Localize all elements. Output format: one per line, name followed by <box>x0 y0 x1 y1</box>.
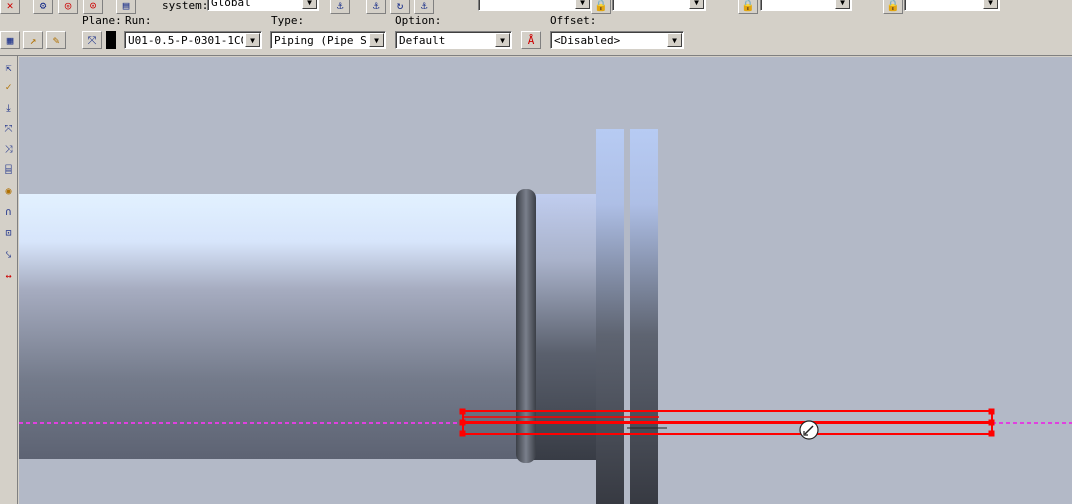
target-icon[interactable]: ⊙ <box>83 0 103 14</box>
option-value: Default <box>399 34 446 47</box>
pipe-body[interactable] <box>19 194 518 459</box>
graphic-view[interactable] <box>19 57 1072 504</box>
insert-component-icon[interactable]: ⤓ <box>1 101 16 116</box>
type-label: Type: <box>271 14 305 27</box>
system-dropdown[interactable]: Global ▼ <box>207 0 319 11</box>
system-label: system: <box>162 0 209 12</box>
route-arrow-icon[interactable]: ↗ <box>23 31 43 49</box>
chevron-down-icon[interactable]: ▼ <box>575 0 590 9</box>
cylinder-icon[interactable]: ⌸ <box>1 163 16 178</box>
point-pick-icon[interactable]: ✎ <box>46 31 66 49</box>
system-value: Global <box>211 0 251 9</box>
n-dropdown[interactable]: ▼ <box>760 0 852 11</box>
option-dropdown[interactable]: Default ▼ <box>395 31 512 49</box>
type-value: Piping (Pipe Spe <box>274 34 367 47</box>
coordinate-system-icon[interactable]: ⚓ <box>330 0 350 14</box>
step-dropdown[interactable]: ▼ <box>478 0 592 11</box>
type-dropdown[interactable]: Piping (Pipe Spe ▼ <box>270 31 386 49</box>
model-canvas[interactable] <box>19 57 1072 504</box>
e-dropdown[interactable]: ▼ <box>612 0 706 11</box>
properties-icon[interactable]: ▦ <box>0 31 20 49</box>
properties-icon[interactable]: ▤ <box>116 0 136 14</box>
offset-value: <Disabled> <box>554 34 621 47</box>
select-arrow-icon[interactable]: ⇱ <box>1 61 16 76</box>
chevron-down-icon[interactable]: ▼ <box>245 33 260 47</box>
connect-icon[interactable]: ⤧ <box>1 122 16 137</box>
option-label: Option: <box>395 14 442 27</box>
split-icon[interactable]: ⤨ <box>1 142 16 157</box>
slope-icon[interactable]: ⤥ <box>1 248 16 263</box>
pin-icon[interactable]: ⚓ <box>414 0 434 14</box>
chevron-down-icon[interactable]: ▼ <box>495 33 510 47</box>
plane-label: Plane: <box>82 14 122 27</box>
place-instrument-icon[interactable]: ◉ <box>1 184 16 199</box>
rotate-icon[interactable]: ↻ <box>390 0 410 14</box>
anchor-icon[interactable]: ⚓ <box>366 0 386 14</box>
chevron-down-icon[interactable]: ▼ <box>302 0 317 9</box>
flange-plate-right[interactable] <box>630 129 658 504</box>
offset-label: Offset: <box>550 14 597 27</box>
tag-icon[interactable]: ⊡ <box>1 226 16 241</box>
run-value: U01-0.5-P-0301-1C00 <box>128 34 243 47</box>
offset-dropdown[interactable]: <Disabled> ▼ <box>550 31 684 49</box>
plane-color-swatch[interactable] <box>106 31 116 49</box>
drag-handle-icon[interactable] <box>799 420 819 440</box>
dimension-icon[interactable]: ↔ <box>1 269 16 284</box>
lock-icon[interactable]: 🔒 <box>883 0 903 14</box>
route-icon[interactable]: ✓ <box>1 80 16 95</box>
plane-icon[interactable]: ⤧ <box>82 31 102 49</box>
routing-toolbar: ✕ ⚙ ◎ ⊙ ▤ system: Global ▼ ⚓ ⚓ ↻ ⚓ ▼ 🔒 ▼… <box>0 0 1072 56</box>
chevron-down-icon[interactable]: ▼ <box>689 0 704 9</box>
run-label: Run: <box>125 14 152 27</box>
delete-icon[interactable]: ✕ <box>0 0 20 14</box>
bend-icon[interactable]: ∩ <box>1 205 16 220</box>
lock-icon[interactable]: 🔒 <box>591 0 611 14</box>
chevron-down-icon[interactable]: ▼ <box>369 33 384 47</box>
chevron-down-icon[interactable]: ▼ <box>667 33 682 47</box>
chevron-down-icon[interactable]: ▼ <box>983 0 998 9</box>
el-dropdown[interactable]: ▼ <box>904 0 1000 11</box>
chevron-down-icon[interactable]: ▼ <box>835 0 850 9</box>
left-command-toolbar: ⇱ ✓ ⤓ ⤧ ⤨ ⌸ ◉ ∩ ⊡ ⤥ ↔ <box>0 56 18 504</box>
dimension-icon[interactable]: Å <box>521 31 541 49</box>
locate-icon[interactable]: ◎ <box>58 0 78 14</box>
lock-icon[interactable]: 🔒 <box>738 0 758 14</box>
filter-icon[interactable]: ⚙ <box>33 0 53 14</box>
run-dropdown[interactable]: U01-0.5-P-0301-1C00 ▼ <box>124 31 262 49</box>
flange-plate-left[interactable] <box>596 129 624 504</box>
